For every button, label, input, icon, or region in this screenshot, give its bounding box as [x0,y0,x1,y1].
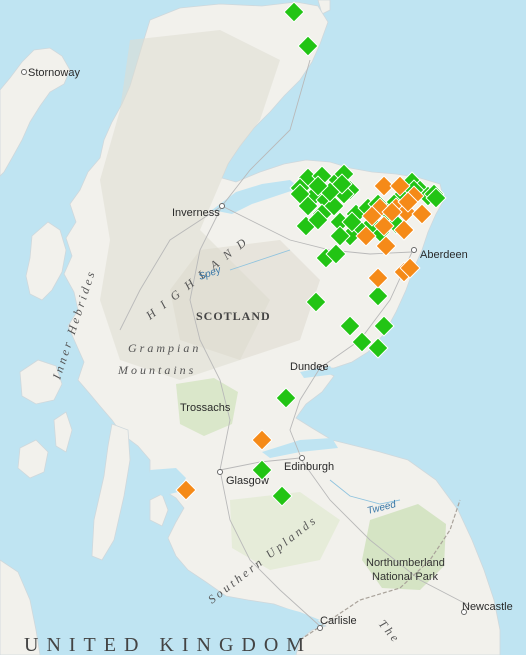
national-park-label: National Park [372,571,439,583]
mountains-label: Mountains [117,363,196,377]
united-kingdom-label: UNITED KINGDOM [24,634,312,655]
edinburgh-dot [299,455,305,461]
inverness-dot [219,203,225,209]
scotland-label: SCOTLAND [196,309,271,323]
dundee-label: Dundee [290,361,329,373]
northumberland-label: Northumberland [366,557,445,569]
inverness-label: Inverness [172,207,220,219]
map-svg: Stornoway Inverness Aberdeen Dundee Tros… [0,0,526,655]
glasgow-dot [217,469,223,475]
stornoway-label: Stornoway [28,67,80,79]
stornoway-dot [21,69,27,75]
aberdeen-label: Aberdeen [420,249,468,261]
aberdeen-dot [411,247,417,253]
newcastle-label: Newcastle [462,601,513,613]
trossachs-label: Trossachs [180,402,231,414]
carlisle-label: Carlisle [320,615,357,627]
map-canvas[interactable]: Stornoway Inverness Aberdeen Dundee Tros… [0,0,526,655]
grampian-label: Grampian [128,341,201,355]
edinburgh-label: Edinburgh [284,461,334,473]
